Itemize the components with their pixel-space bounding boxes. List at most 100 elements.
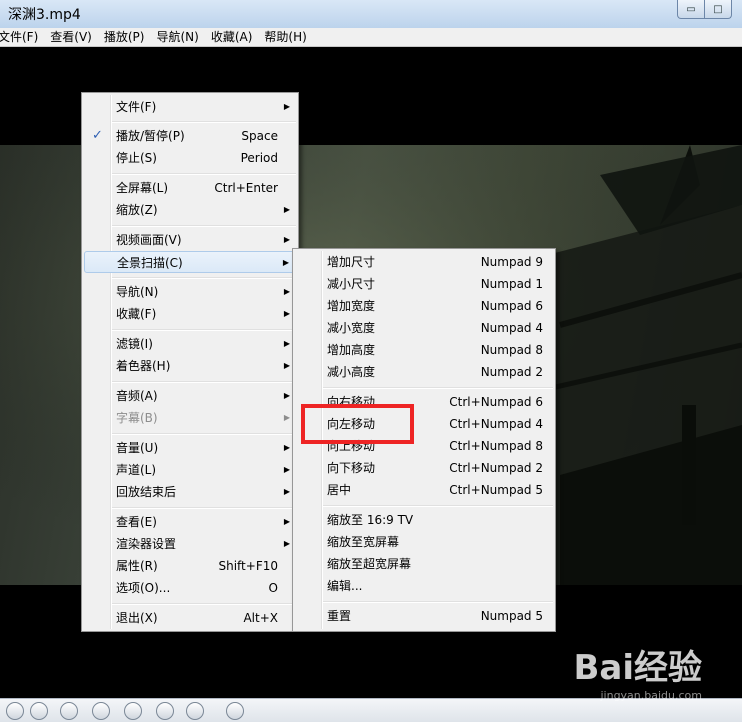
menu-help[interactable]: 帮助(H) — [264, 28, 310, 46]
sub-label: 向下移动 — [327, 461, 376, 475]
watermark-url: jingyan.baidu.com — [600, 689, 702, 702]
separator — [112, 433, 296, 435]
ctx-navigate[interactable]: 导航(N) ▶ — [84, 281, 296, 303]
stop-icon[interactable] — [60, 702, 78, 720]
ctx-label: 文件(F) — [116, 100, 157, 114]
ctx-zoom[interactable]: 缩放(Z) ▶ — [84, 199, 296, 221]
ctx-label: 播放/暂停(P) — [116, 129, 185, 143]
submenu-arrow-icon: ▶ — [283, 287, 290, 296]
ctx-channels[interactable]: 声道(L) ▶ — [84, 459, 296, 481]
submenu-arrow-icon: ▶ — [283, 309, 290, 318]
sub-shortcut: Numpad 9 — [480, 255, 543, 269]
menu-navigate[interactable]: 导航(N) — [156, 28, 202, 46]
ctx-video-frame[interactable]: 视频画面(V) ▶ — [84, 229, 296, 251]
menu-view[interactable]: 查看(V) — [50, 28, 96, 46]
submenu-arrow-icon: ▶ — [283, 102, 290, 111]
sub-shortcut: Numpad 8 — [480, 343, 543, 357]
ctx-options[interactable]: 选项(O)... O — [84, 577, 296, 599]
ctx-label: 停止(S) — [116, 151, 157, 165]
window-controls: ▭ □ — [677, 0, 732, 19]
separator — [112, 329, 296, 331]
minimize-button[interactable]: ▭ — [677, 0, 705, 19]
ctx-properties[interactable]: 属性(R) Shift+F10 — [84, 555, 296, 577]
ctx-label: 字幕(B) — [116, 411, 158, 425]
ctx-label: 滤镜(I) — [116, 337, 153, 351]
ctx-label: 属性(R) — [116, 559, 158, 573]
sub-decrease-width[interactable]: 减小宽度 Numpad 4 — [295, 317, 553, 339]
ctx-shortcut: O — [268, 581, 278, 595]
rewind-icon[interactable] — [124, 702, 142, 720]
sub-shortcut: Numpad 2 — [480, 365, 543, 379]
ctx-label: 查看(E) — [116, 515, 157, 529]
ctx-label: 全景扫描(C) — [117, 256, 183, 270]
sub-decrease-size[interactable]: 减小尺寸 Numpad 1 — [295, 273, 553, 295]
menu-file[interactable]: 文件(F) — [0, 28, 42, 46]
sub-zoom-widescreen[interactable]: 缩放至宽屏幕 — [295, 531, 553, 553]
ctx-exit[interactable]: 退出(X) Alt+X — [84, 607, 296, 629]
check-icon: ✓ — [92, 128, 103, 143]
sub-edit[interactable]: 编辑... — [295, 575, 553, 597]
ctx-audio[interactable]: 音频(A) ▶ — [84, 385, 296, 407]
separator — [112, 121, 296, 123]
minimize-icon: ▭ — [686, 3, 696, 15]
sub-label: 增加尺寸 — [327, 255, 376, 269]
ctx-favorites[interactable]: 收藏(F) ▶ — [84, 303, 296, 325]
context-menu: 文件(F) ▶ ✓ 播放/暂停(P) Space 停止(S) Period 全屏幕(L)… — [81, 92, 299, 632]
separator — [323, 601, 553, 603]
ctx-file[interactable]: 文件(F) ▶ — [84, 96, 296, 118]
sub-reset[interactable]: 重置 Numpad 5 — [295, 605, 553, 627]
ctx-label: 着色器(H) — [116, 359, 171, 373]
ctx-shaders[interactable]: 着色器(H) ▶ — [84, 355, 296, 377]
watermark-brand: Bai经验 — [573, 648, 702, 688]
ctx-view[interactable]: 查看(E) ▶ — [84, 511, 296, 533]
ctx-volume[interactable]: 音量(U) ▶ — [84, 437, 296, 459]
separator — [112, 603, 296, 605]
ctx-shortcut: Shift+F10 — [218, 559, 278, 573]
sub-decrease-height[interactable]: 减小高度 Numpad 2 — [295, 361, 553, 383]
ctx-stop[interactable]: 停止(S) Period — [84, 147, 296, 169]
forward-icon[interactable] — [156, 702, 174, 720]
sub-label: 增加宽度 — [327, 299, 376, 313]
separator — [323, 505, 553, 507]
ctx-renderer-settings[interactable]: 渲染器设置 ▶ — [84, 533, 296, 555]
submenu-arrow-icon: ▶ — [283, 361, 290, 370]
ctx-label: 全屏幕(L) — [116, 181, 169, 195]
sub-shortcut: Ctrl+Numpad 5 — [449, 483, 543, 497]
sub-increase-height[interactable]: 增加高度 Numpad 8 — [295, 339, 553, 361]
ctx-fullscreen[interactable]: 全屏幕(L) Ctrl+Enter — [84, 177, 296, 199]
next-icon[interactable] — [186, 702, 204, 720]
sub-label: 减小尺寸 — [327, 277, 376, 291]
ctx-after-playback[interactable]: 回放结束后 ▶ — [84, 481, 296, 503]
sub-zoom-ultrawide[interactable]: 缩放至超宽屏幕 — [295, 553, 553, 575]
sub-shortcut: Numpad 4 — [480, 321, 543, 335]
ctx-label: 退出(X) — [116, 611, 158, 625]
ctx-pan-scan[interactable]: 全景扫描(C) ▶ — [84, 251, 296, 273]
ctx-play-pause[interactable]: ✓ 播放/暂停(P) Space — [84, 125, 296, 147]
separator — [112, 277, 296, 279]
submenu-arrow-icon: ▶ — [283, 487, 290, 496]
separator — [112, 225, 296, 227]
sub-shortcut: Ctrl+Numpad 2 — [449, 461, 543, 475]
submenu-arrow-icon: ▶ — [283, 539, 290, 548]
previous-icon[interactable] — [92, 702, 110, 720]
maximize-button[interactable]: □ — [705, 0, 732, 19]
sub-zoom-16-9[interactable]: 缩放至 16:9 TV — [295, 509, 553, 531]
sub-label: 居中 — [327, 483, 352, 497]
ctx-label: 缩放(Z) — [116, 203, 158, 217]
play-icon[interactable] — [6, 702, 24, 720]
pause-icon[interactable] — [30, 702, 48, 720]
frame-step-icon[interactable] — [226, 702, 244, 720]
sub-increase-width[interactable]: 增加宽度 Numpad 6 — [295, 295, 553, 317]
sub-move-down[interactable]: 向下移动 Ctrl+Numpad 2 — [295, 457, 553, 479]
submenu-arrow-icon: ▶ — [283, 517, 290, 526]
sub-label: 减小宽度 — [327, 321, 376, 335]
ctx-subtitles: 字幕(B) ▶ — [84, 407, 296, 429]
ctx-shortcut: Alt+X — [243, 611, 278, 625]
ctx-label: 声道(L) — [116, 463, 157, 477]
sub-increase-size[interactable]: 增加尺寸 Numpad 9 — [295, 251, 553, 273]
sub-center[interactable]: 居中 Ctrl+Numpad 5 — [295, 479, 553, 501]
menu-favorites[interactable]: 收藏(A) — [211, 28, 257, 46]
submenu-arrow-icon: ▶ — [283, 443, 290, 452]
menu-play[interactable]: 播放(P) — [104, 28, 149, 46]
ctx-filters[interactable]: 滤镜(I) ▶ — [84, 333, 296, 355]
